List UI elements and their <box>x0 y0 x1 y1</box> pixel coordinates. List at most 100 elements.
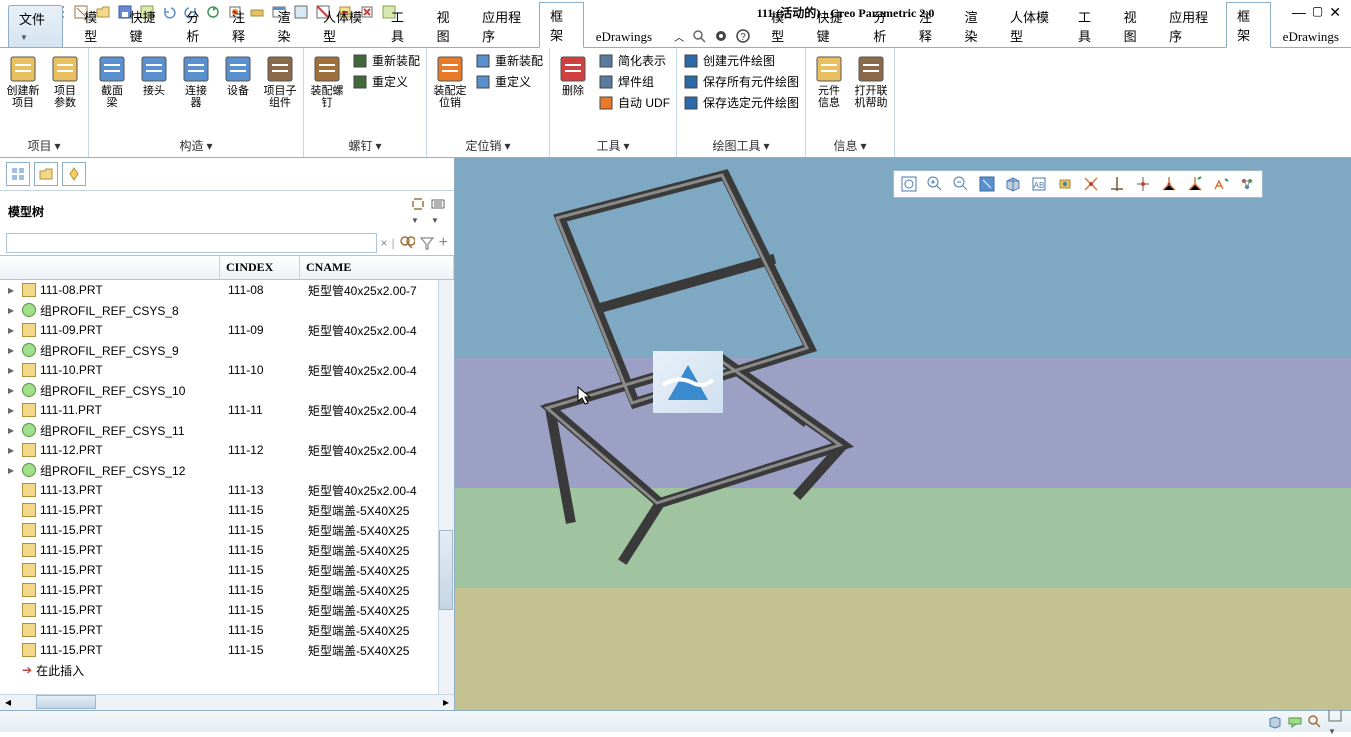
tree-add-icon[interactable]: + <box>439 234 448 252</box>
search-icon[interactable] <box>692 29 706 43</box>
maximize-icon[interactable]: ▢ <box>1312 4 1323 21</box>
tab-模型[interactable]: 模型 <box>760 3 805 48</box>
tree-row[interactable]: ▸组PROFIL_REF_CSYS_9 <box>0 340 454 360</box>
zoom-in-icon[interactable] <box>922 173 948 195</box>
help-icon[interactable]: ? <box>736 29 750 43</box>
csys-icon-2[interactable] <box>1182 173 1208 195</box>
view-saved-icon[interactable]: AB <box>1026 173 1052 195</box>
tree-show-icon[interactable]: ▼ <box>430 196 446 226</box>
tree-tab-2[interactable] <box>34 162 58 186</box>
tree-row[interactable]: 111-15.PRT111-15矩型端盖-5X40X25 <box>0 560 454 580</box>
tab-item[interactable]: 框架 <box>539 2 584 48</box>
ribbon-group-label[interactable]: 项目 ▾ <box>4 135 84 157</box>
ribbon-small-button[interactable]: 重定义 <box>350 72 422 91</box>
tab-item[interactable]: 视图 <box>426 3 471 48</box>
tab-file[interactable]: 文件 ▼ <box>8 5 63 48</box>
collapse-ribbon-icon[interactable]: ︿ <box>674 29 684 44</box>
tree-row[interactable]: 111-15.PRT111-15矩型端盖-5X40X25 <box>0 640 454 660</box>
close-icon[interactable]: ✕ <box>1329 4 1341 21</box>
tree-hscroll[interactable]: ◂ ▸ <box>0 694 454 710</box>
tree-tab-3[interactable] <box>62 162 86 186</box>
tab-item[interactable]: 分析 <box>175 3 220 48</box>
refit-icon[interactable] <box>896 173 922 195</box>
ribbon-button[interactable]: 接头 <box>135 51 173 97</box>
tab-工具[interactable]: 工具 <box>1067 3 1112 48</box>
tree-body[interactable]: ▸111-08.PRT111-08矩型管40x25x2.00-7▸组PROFIL… <box>0 280 454 694</box>
shading-icon[interactable] <box>1000 173 1026 195</box>
tree-tab-1[interactable] <box>6 162 30 186</box>
ribbon-button[interactable]: 设备 <box>219 51 257 97</box>
tree-row[interactable]: ▸组PROFIL_REF_CSYS_12 <box>0 460 454 480</box>
tab-item[interactable]: 模型 <box>73 3 118 48</box>
view-mgr-icon[interactable] <box>1052 173 1078 195</box>
tree-row[interactable]: ▸111-12.PRT111-12矩型管40x25x2.00-4 <box>0 440 454 460</box>
tree-row[interactable]: 111-15.PRT111-15矩型端盖-5X40X25 <box>0 540 454 560</box>
ribbon-group-label[interactable]: 绘图工具 ▾ <box>681 135 801 157</box>
tab-人体模型[interactable]: 人体模型 <box>999 3 1066 48</box>
ribbon-group-label[interactable]: 构造 ▾ <box>93 135 299 157</box>
status-msg-icon[interactable] <box>1287 714 1303 730</box>
tab-item[interactable]: 人体模型 <box>312 3 379 48</box>
datum-axes-icon[interactable] <box>1104 173 1130 195</box>
status-find-icon[interactable] <box>1307 714 1323 730</box>
tree-vscroll[interactable] <box>438 280 454 694</box>
tree-row[interactable]: 111-15.PRT111-15矩型端盖-5X40X25 <box>0 520 454 540</box>
ribbon-group-label[interactable]: 定位销 ▾ <box>431 135 545 157</box>
tab-item[interactable]: 注释 <box>221 3 266 48</box>
tab-分析[interactable]: 分析 <box>862 3 907 48</box>
ribbon-group-label[interactable]: 螺钉 ▾ <box>308 135 422 157</box>
ribbon-button[interactable]: 元件信息 <box>810 51 848 109</box>
tree-row[interactable]: ▸组PROFIL_REF_CSYS_8 <box>0 300 454 320</box>
tab-注释[interactable]: 注释 <box>908 3 953 48</box>
ribbon-button[interactable]: 项目参数 <box>46 51 84 109</box>
ribbon-small-button[interactable]: 保存选定元件绘图 <box>681 93 801 112</box>
tab-快捷键[interactable]: 快捷键 <box>806 3 862 48</box>
tree-search-clear-icon[interactable]: × <box>381 236 388 250</box>
target-icon[interactable] <box>714 29 728 43</box>
tab-item[interactable]: 快捷键 <box>119 3 175 48</box>
tab-item[interactable]: 应用程序 <box>471 3 538 48</box>
tree-row[interactable]: 111-15.PRT111-15矩型端盖-5X40X25 <box>0 620 454 640</box>
tree-row[interactable]: 111-15.PRT111-15矩型端盖-5X40X25 <box>0 500 454 520</box>
tree-settings-icon[interactable]: ▼ <box>410 196 426 226</box>
tree-row[interactable]: ▸111-08.PRT111-08矩型管40x25x2.00-7 <box>0 280 454 300</box>
repaint-icon[interactable] <box>974 173 1000 195</box>
spin-center-icon[interactable] <box>1234 173 1260 195</box>
tree-insert-here[interactable]: ➔在此插入 <box>0 660 454 680</box>
tree-row[interactable]: ▸组PROFIL_REF_CSYS_10 <box>0 380 454 400</box>
tab-item[interactable]: 渲染 <box>266 3 311 48</box>
3d-viewport[interactable]: AB <box>455 158 1351 710</box>
ribbon-button[interactable]: 创建新项目 <box>4 51 42 109</box>
tab-item[interactable]: eDrawings <box>585 25 663 48</box>
status-sel-filter-icon[interactable]: ▼ <box>1327 707 1343 737</box>
tab-视图[interactable]: 视图 <box>1113 3 1158 48</box>
ribbon-button[interactable]: 装配螺钉 <box>308 51 346 109</box>
ribbon-button[interactable]: 项目子组件 <box>261 51 299 109</box>
ribbon-small-button[interactable]: 重定义 <box>473 72 545 91</box>
tree-row[interactable]: ▸111-11.PRT111-11矩型管40x25x2.00-4 <box>0 400 454 420</box>
status-cube-icon[interactable] <box>1267 714 1283 730</box>
col-cindex[interactable]: CINDEX <box>220 256 300 279</box>
col-cname[interactable]: CNAME <box>300 256 454 279</box>
tree-row[interactable]: 111-15.PRT111-15矩型端盖-5X40X25 <box>0 600 454 620</box>
annot-display-icon[interactable] <box>1208 173 1234 195</box>
ribbon-small-button[interactable]: 创建元件绘图 <box>681 51 801 70</box>
ribbon-button[interactable]: 装配定位销 <box>431 51 469 109</box>
ribbon-small-button[interactable]: 重新装配 <box>473 51 545 70</box>
minimize-icon[interactable]: — <box>1292 4 1306 21</box>
ribbon-small-button[interactable]: 保存所有元件绘图 <box>681 72 801 91</box>
ribbon-button[interactable]: 连接器 <box>177 51 215 109</box>
ribbon-button[interactable]: 截面梁 <box>93 51 131 109</box>
tree-row[interactable]: 111-15.PRT111-15矩型端盖-5X40X25 <box>0 580 454 600</box>
tree-filter-icon[interactable] <box>419 235 435 251</box>
datum-planes-icon[interactable] <box>1078 173 1104 195</box>
ribbon-small-button[interactable]: 重新装配 <box>350 51 422 70</box>
tree-search-input[interactable] <box>6 233 377 253</box>
ribbon-group-label[interactable]: 工具 ▾ <box>554 135 672 157</box>
tab-eDrawings[interactable]: eDrawings <box>1272 25 1350 48</box>
tree-find-icon[interactable] <box>399 235 415 251</box>
col-name[interactable] <box>0 256 220 279</box>
ribbon-group-label[interactable]: 信息 ▾ <box>810 135 890 157</box>
ribbon-button[interactable]: 删除 <box>554 51 592 97</box>
tree-row[interactable]: 111-13.PRT111-13矩型管40x25x2.00-4 <box>0 480 454 500</box>
